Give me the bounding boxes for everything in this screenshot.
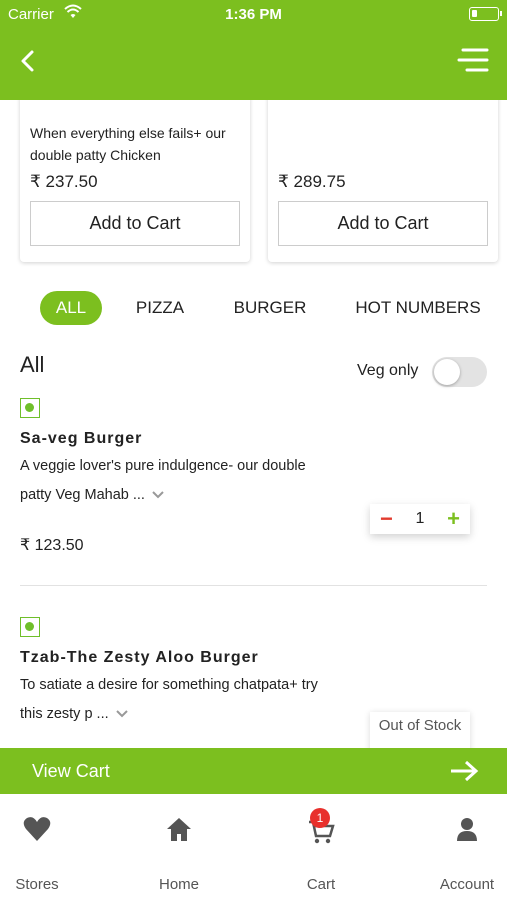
tab-label: Home [158, 876, 199, 893]
decrement-button[interactable]: − [380, 506, 393, 532]
battery-icon [469, 7, 502, 21]
tab-pizza[interactable]: PIZZA [126, 291, 194, 325]
add-to-cart-button[interactable]: Add to Cart [30, 201, 240, 246]
veg-icon [20, 617, 40, 637]
category-tabs: ALL PIZZA BURGER HOT NUMBERS [0, 291, 507, 325]
veg-only-label: Veg only [357, 362, 419, 379]
item-desc-line: this zesty p ... [20, 706, 109, 722]
cart-badge: 1 [310, 808, 330, 828]
home-icon [134, 816, 224, 852]
tab-account[interactable]: Account [422, 816, 507, 893]
section-title: All [20, 352, 45, 377]
featured-card: When everything else fails+ our double p… [20, 100, 250, 262]
toggle-knob [434, 359, 460, 385]
tab-label: Account [439, 876, 495, 893]
featured-card: ₹ 289.75 Add to Cart [268, 100, 498, 262]
menu-button[interactable] [457, 46, 489, 74]
cart-icon: 1 [276, 808, 366, 852]
quantity-value: 1 [415, 510, 425, 527]
chevron-down-icon[interactable] [151, 490, 165, 500]
tab-all[interactable]: ALL [40, 291, 102, 325]
arrow-right-icon [451, 760, 479, 782]
add-to-cart-button[interactable]: Add to Cart [278, 201, 488, 246]
heart-icon [0, 816, 82, 852]
tab-hot-numbers[interactable]: HOT NUMBERS [346, 291, 490, 325]
featured-desc: When everything else fails+ our double p… [30, 125, 226, 163]
chevron-down-icon[interactable] [115, 709, 129, 719]
chevron-left-icon [21, 50, 34, 72]
item-name: Sa-veg Burger [20, 430, 143, 447]
item-description[interactable]: A veggie lover's pure indulgence- our do… [20, 452, 350, 510]
tab-cart[interactable]: 1 Cart [276, 808, 366, 893]
tab-burger[interactable]: BURGER [224, 291, 316, 325]
item-name: Tzab-The Zesty Aloo Burger [20, 649, 259, 666]
quantity-stepper: − 1 + [370, 504, 470, 534]
featured-price: ₹ 289.75 [278, 172, 346, 191]
increment-button[interactable]: + [447, 506, 460, 532]
status-bar: Carrier 1:36 PM [0, 0, 507, 28]
person-icon [422, 816, 507, 852]
item-desc-line: patty Veg Mahab ... [20, 487, 145, 503]
item-desc-line: To satiate a desire for something chatpa… [20, 677, 318, 693]
app-header: Carrier 1:36 PM [0, 0, 507, 100]
tab-stores[interactable]: Stores [0, 816, 82, 893]
view-cart-button[interactable]: View Cart [0, 748, 507, 794]
item-price: ₹ 123.50 [20, 537, 84, 554]
divider [20, 585, 487, 586]
veg-icon [20, 398, 40, 418]
clock: 1:36 PM [225, 6, 282, 23]
menu-content[interactable]: When everything else fails+ our double p… [0, 100, 507, 748]
tab-label: Stores [15, 876, 59, 893]
view-cart-label: View Cart [32, 761, 110, 781]
tab-home[interactable]: Home [134, 816, 224, 893]
back-button[interactable] [14, 46, 44, 76]
out-of-stock-badge: Out of Stock [370, 712, 470, 748]
item-description[interactable]: To satiate a desire for something chatpa… [20, 671, 350, 729]
item-desc-line: A veggie lover's pure indulgence- our do… [20, 458, 306, 474]
veg-only-toggle[interactable] [432, 357, 487, 387]
bottom-tab-bar: Stores Home 1 Cart Account [0, 796, 507, 900]
tab-label: Cart [306, 876, 336, 893]
hamburger-menu-icon [457, 48, 489, 72]
featured-price: ₹ 237.50 [30, 172, 98, 191]
